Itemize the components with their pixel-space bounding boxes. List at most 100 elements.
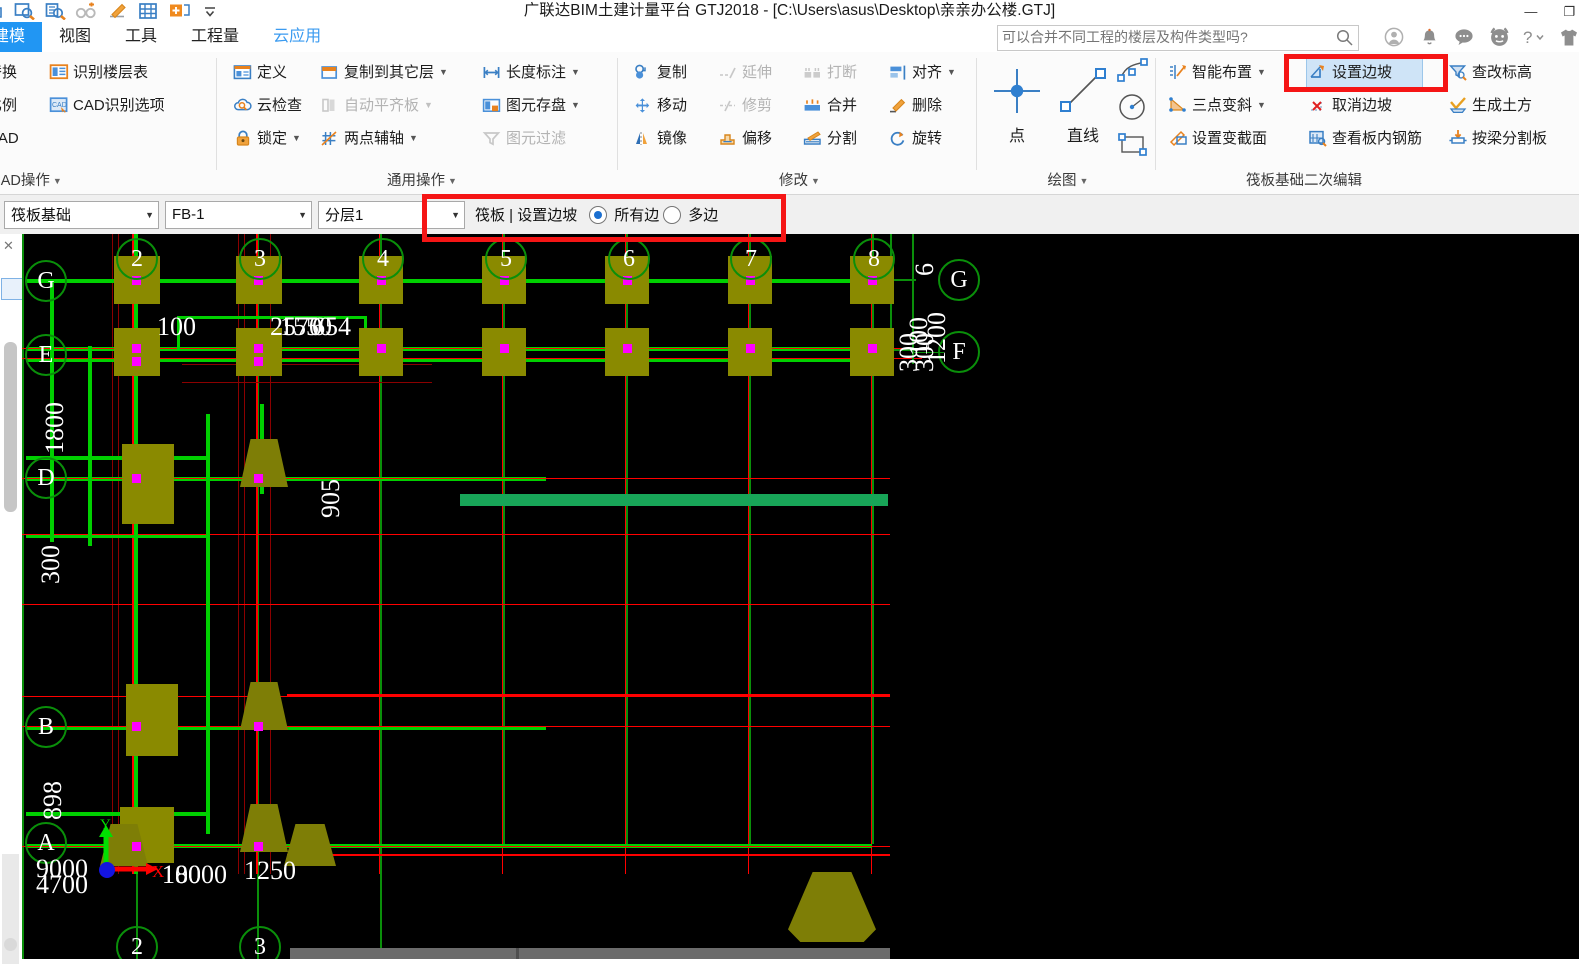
ribbon-item-three-point-slope[interactable]: 三点变斜 ▼ [1167, 90, 1267, 120]
ribbon-item-cad-identify-option[interactable]: CAD CAD识别选项 [48, 90, 165, 120]
ribbon-item-split-slab-by-beam[interactable]: 按梁分割板 [1447, 123, 1547, 153]
ribbon-group-title[interactable]: 绘图 ▼ [980, 169, 1156, 190]
grid-bubble-bottom-3[interactable]: 3 [239, 926, 281, 959]
panel-toggle-icon[interactable] [1, 278, 23, 300]
ribbon-item-define[interactable]: 定义 [232, 57, 302, 87]
draw-circle-button[interactable] [1116, 93, 1150, 124]
ribbon-item-rotate[interactable]: 旋转 [887, 123, 956, 153]
grid-bubble-top-5[interactable]: 5 [485, 238, 527, 280]
search-box[interactable] [997, 25, 1359, 51]
ribbon-item-cancel-slope[interactable]: 取消边坡 [1307, 90, 1422, 120]
canvas-trapezoid-element[interactable] [788, 872, 876, 942]
menu-item-quantity[interactable]: 工程量 [174, 22, 256, 52]
help-icon[interactable]: ? [1523, 26, 1545, 48]
raft-slab-element[interactable] [290, 948, 890, 959]
chevron-down-icon[interactable]: ▼ [1257, 67, 1266, 77]
ribbon-item-label: 生成土方 [1472, 96, 1533, 114]
ribbon-item-cad[interactable]: CAD [0, 123, 19, 153]
grid-bubble-top-3[interactable]: 3 [239, 238, 281, 280]
grid-bubble-top-8[interactable]: 8 [853, 238, 895, 280]
ribbon-group-title[interactable]: CAD操作▼ [0, 169, 126, 190]
menu-item-cloud-app[interactable]: 云应用 [256, 22, 338, 52]
panel-scrollbar[interactable] [4, 342, 17, 512]
ribbon-item-label: 比例 [0, 96, 18, 114]
search-icon[interactable] [1336, 29, 1353, 46]
dimension-text: 6 [910, 263, 939, 276]
ribbon-item-scale[interactable]: 比例 [0, 90, 19, 120]
chevron-down-icon[interactable]: ▼ [451, 210, 460, 220]
ribbon-item-merge[interactable]: 合并 [802, 90, 857, 120]
draw-point-button[interactable]: 点 [986, 60, 1048, 146]
ribbon-item-generate-earthwork[interactable]: 生成土方 [1447, 90, 1547, 120]
chat-icon[interactable] [1453, 26, 1475, 48]
cad-drawing-canvas[interactable]: 2 3 4 5 6 7 8 2 3 G E D B A G F 100 2570… [22, 234, 1579, 959]
grid-bubble-left-B[interactable]: B [25, 706, 67, 748]
panel-resize-handle[interactable] [4, 938, 17, 951]
chevron-down-icon[interactable]: ▼ [1257, 100, 1266, 110]
ribbon-item-split[interactable]: 分割 [802, 123, 857, 153]
radio-all-edges[interactable] [589, 205, 608, 224]
chevron-down-icon[interactable]: ▼ [145, 210, 154, 220]
ribbon-item-length-dimension[interactable]: 长度标注 ▼ [481, 57, 580, 87]
grid-bubble-left-G[interactable]: G [25, 260, 67, 302]
grid-bubble-bottom-2[interactable]: 2 [116, 926, 158, 959]
layer-select[interactable]: 分层1 ▼ [318, 200, 465, 229]
ribbon-item-set-section[interactable]: 设置变截面 [1167, 123, 1267, 153]
grid-bubble-left-E[interactable]: E [25, 334, 67, 376]
grid-bubble-left-D[interactable]: D [25, 457, 67, 499]
ribbon-item-label: 镜像 [657, 129, 688, 147]
ribbon-item-lock[interactable]: 锁定 ▼ [232, 123, 302, 153]
ribbon-item-label: 复制 [657, 63, 688, 81]
draw-curve-button[interactable] [1116, 57, 1150, 88]
menu-item-modeling[interactable]: 建模 [0, 22, 43, 52]
grid-bubble-top-6[interactable]: 6 [608, 238, 650, 280]
smiley-icon[interactable] [1488, 26, 1510, 48]
chevron-down-icon[interactable]: ▼ [292, 133, 301, 143]
component-name-select[interactable]: FB-1 ▼ [165, 200, 312, 229]
menu-item-view[interactable]: 视图 [42, 22, 108, 52]
ribbon-item-element-save[interactable]: 图元存盘 ▼ [481, 90, 580, 120]
ribbon-item-cloud-check[interactable]: 云检查 [232, 90, 302, 120]
selected-edge-highlight[interactable] [460, 494, 888, 506]
ribbon-item-set-slope[interactable]: 设置边坡 [1305, 56, 1424, 88]
restore-button[interactable]: ❐ [1563, 5, 1575, 18]
bell-icon[interactable] [1418, 26, 1440, 48]
chevron-down-icon[interactable]: ▼ [439, 67, 448, 77]
ribbon-item-check-elevation[interactable]: 查改标高 [1447, 57, 1547, 87]
draw-line-button[interactable]: 直线 [1052, 60, 1114, 146]
ribbon-item-identify-floor-table[interactable]: 识别楼层表 [48, 57, 165, 87]
ribbon-item-delete[interactable]: 删除 [887, 90, 956, 120]
ribbon-group-title[interactable]: 修改 ▼ [622, 169, 977, 190]
chevron-down-icon[interactable]: ▼ [409, 133, 418, 143]
ribbon-item-two-point-axis[interactable]: 两点辅轴 ▼ [319, 123, 448, 153]
chevron-down-icon[interactable]: ▼ [571, 100, 580, 110]
component-type-select[interactable]: 筏板基础 ▼ [4, 200, 159, 229]
ribbon-item-view-slab-rebar[interactable]: 查看板内钢筋 [1307, 123, 1422, 153]
chevron-down-icon[interactable]: ▼ [298, 210, 307, 220]
ribbon-item-copy[interactable]: 复制 [632, 57, 687, 87]
ribbon-item-offset[interactable]: 偏移 [717, 123, 772, 153]
minimize-button[interactable]: — [1524, 5, 1537, 18]
ribbon-item-replace[interactable]: 替换 [0, 57, 19, 87]
radio-multi-edges[interactable] [663, 205, 682, 224]
menu-item-tools[interactable]: 工具 [108, 22, 174, 52]
grid-bubble-top-7[interactable]: 7 [730, 238, 772, 280]
grid-bubble-right-G[interactable]: G [938, 259, 980, 301]
close-icon[interactable]: ✕ [3, 238, 14, 254]
grid-bubble-top-4[interactable]: 4 [362, 238, 404, 280]
search-input[interactable] [998, 26, 1324, 48]
dimension-text: 898 [38, 781, 67, 820]
draw-rectangle-button[interactable] [1116, 132, 1150, 162]
ribbon-item-move[interactable]: 移动 [632, 90, 687, 120]
ribbon-item-mirror[interactable]: 镜像 [632, 123, 687, 153]
grid-bubble-top-2[interactable]: 2 [116, 238, 158, 280]
ribbon-item-copy-to-other-floor[interactable]: 复制到其它层 ▼ [319, 57, 448, 87]
shirt-icon[interactable] [1558, 26, 1579, 48]
user-avatar-icon[interactable] [1383, 26, 1405, 48]
ribbon-item-align[interactable]: 对齐 ▼ [887, 57, 956, 87]
ribbon-item-smart-layout[interactable]: 智能布置 ▼ [1167, 57, 1267, 87]
chevron-down-icon[interactable]: ▼ [571, 67, 580, 77]
delete-icon [887, 95, 908, 115]
ribbon-group-title[interactable]: 通用操作 ▼ [226, 169, 618, 190]
chevron-down-icon[interactable]: ▼ [947, 67, 956, 77]
